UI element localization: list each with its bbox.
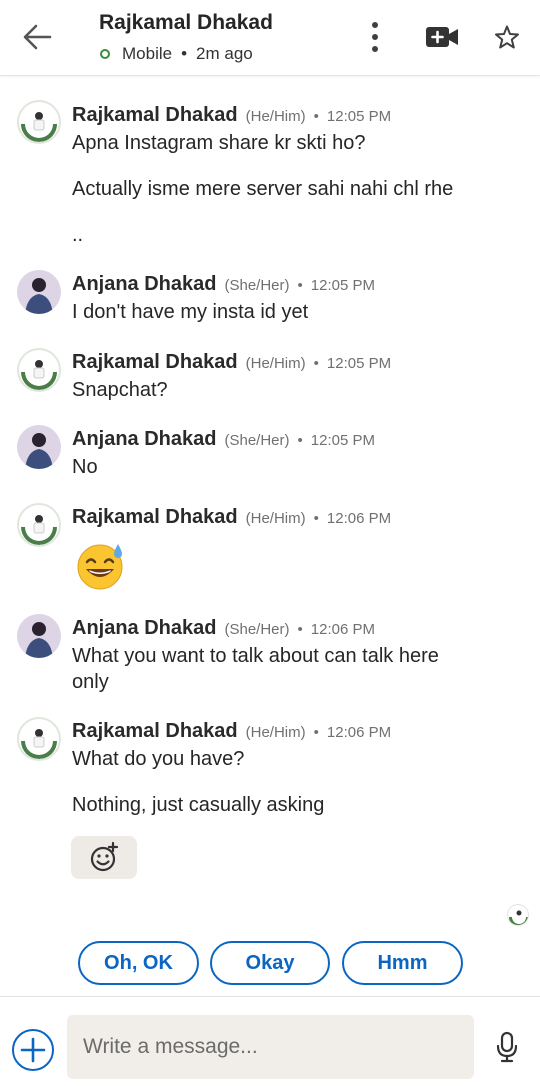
avatar[interactable] bbox=[17, 425, 61, 469]
avatar[interactable] bbox=[17, 100, 61, 144]
compose-bar bbox=[0, 996, 540, 1086]
message-text: What do you have? bbox=[72, 748, 245, 770]
avatar[interactable] bbox=[17, 717, 61, 761]
suggested-reply[interactable]: Okay bbox=[210, 941, 330, 985]
separator: • bbox=[313, 355, 319, 372]
pronouns: (He/Him) bbox=[245, 510, 306, 527]
star-button[interactable] bbox=[494, 24, 520, 50]
separator: • bbox=[313, 510, 319, 527]
video-plus-icon bbox=[426, 27, 458, 47]
profile-photo-icon bbox=[509, 910, 528, 925]
microphone-icon bbox=[496, 1031, 518, 1063]
timestamp: 12:05 PM bbox=[326, 108, 392, 125]
message-meta: Rajkamal Dhakad (He/Him) • 12:05 PM bbox=[72, 104, 391, 127]
message-text: Actually isme mere server sahi nahi chl … bbox=[72, 178, 454, 200]
profile-photo-icon bbox=[25, 433, 53, 469]
message-meta: Anjana Dhakad (She/Her) • 12:06 PM bbox=[72, 617, 375, 640]
separator: • bbox=[313, 724, 319, 741]
message-text: Apna Instagram share kr skti ho? bbox=[72, 132, 366, 154]
pronouns: (He/Him) bbox=[245, 108, 306, 125]
pronouns: (He/Him) bbox=[245, 355, 306, 372]
attach-button[interactable] bbox=[12, 1029, 54, 1071]
avatar[interactable] bbox=[17, 270, 61, 314]
timestamp: 12:06 PM bbox=[310, 621, 375, 638]
message-meta: Anjana Dhakad (She/Her) • 12:05 PM bbox=[72, 428, 375, 451]
message-text: No bbox=[72, 456, 98, 478]
message-text: Nothing, just casually asking bbox=[72, 794, 325, 816]
last-seen: 2m ago bbox=[196, 44, 253, 63]
message-text: only bbox=[72, 671, 109, 693]
suggested-reply[interactable]: Oh, OK bbox=[78, 941, 199, 985]
pronouns: (She/Her) bbox=[224, 432, 290, 449]
pronouns: (She/Her) bbox=[224, 277, 290, 294]
back-arrow-icon bbox=[23, 24, 52, 50]
message-text: What you want to talk about can talk her… bbox=[72, 645, 439, 667]
timestamp: 12:05 PM bbox=[310, 432, 375, 449]
voice-message-button[interactable] bbox=[496, 1031, 518, 1063]
plus-icon bbox=[20, 1037, 46, 1063]
avatar[interactable] bbox=[17, 614, 61, 658]
sender-name[interactable]: Anjana Dhakad bbox=[72, 617, 216, 640]
online-status-icon bbox=[100, 49, 110, 59]
message-meta: Rajkamal Dhakad (He/Him) • 12:06 PM bbox=[72, 720, 391, 743]
read-receipt-avatar bbox=[507, 904, 529, 926]
sender-name[interactable]: Rajkamal Dhakad bbox=[72, 506, 238, 529]
sender-name[interactable]: Rajkamal Dhakad bbox=[72, 351, 238, 374]
profile-photo-icon bbox=[21, 515, 57, 545]
sender-name[interactable]: Anjana Dhakad bbox=[72, 428, 216, 451]
more-options-button[interactable] bbox=[361, 20, 389, 54]
separator: • bbox=[181, 44, 188, 63]
message-meta: Rajkamal Dhakad (He/Him) • 12:06 PM bbox=[72, 506, 391, 529]
message-meta: Anjana Dhakad (She/Her) • 12:05 PM bbox=[72, 273, 375, 296]
timestamp: 12:05 PM bbox=[310, 277, 375, 294]
pronouns: (She/Her) bbox=[224, 621, 290, 638]
pronouns: (He/Him) bbox=[245, 724, 306, 741]
message-input[interactable] bbox=[67, 1015, 474, 1079]
timestamp: 12:05 PM bbox=[326, 355, 392, 372]
separator: • bbox=[297, 277, 303, 294]
profile-photo-icon bbox=[25, 622, 53, 658]
sender-name[interactable]: Anjana Dhakad bbox=[72, 273, 216, 296]
timestamp: 12:06 PM bbox=[326, 510, 392, 527]
star-icon bbox=[495, 25, 519, 49]
timestamp: 12:06 PM bbox=[326, 724, 392, 741]
avatar[interactable] bbox=[17, 348, 61, 392]
separator: • bbox=[297, 621, 303, 638]
profile-photo-icon bbox=[21, 729, 57, 759]
emoji-message bbox=[72, 540, 128, 590]
add-reaction-button[interactable] bbox=[71, 836, 137, 879]
avatar[interactable] bbox=[17, 503, 61, 547]
sender-name[interactable]: Rajkamal Dhakad bbox=[72, 104, 238, 127]
contact-name[interactable]: Rajkamal Dhakad bbox=[99, 11, 273, 35]
message-text: I don't have my insta id yet bbox=[72, 301, 309, 323]
message-text: .. bbox=[72, 224, 84, 246]
message-text: Snapchat? bbox=[72, 379, 168, 401]
presence-status: Mobile • 2m ago bbox=[100, 44, 253, 64]
grinning-sweat-emoji bbox=[77, 544, 123, 590]
device-label: Mobile bbox=[122, 44, 173, 63]
separator: • bbox=[313, 108, 319, 125]
suggested-reply[interactable]: Hmm bbox=[342, 941, 463, 985]
conversation-header: Rajkamal Dhakad Mobile • 2m ago bbox=[0, 0, 540, 76]
video-call-button[interactable] bbox=[424, 24, 460, 50]
profile-photo-icon bbox=[21, 112, 57, 142]
profile-photo-icon bbox=[25, 278, 53, 314]
message-meta: Rajkamal Dhakad (He/Him) • 12:05 PM bbox=[72, 351, 391, 374]
profile-photo-icon bbox=[21, 360, 57, 390]
sender-name[interactable]: Rajkamal Dhakad bbox=[72, 720, 238, 743]
add-reaction-icon bbox=[90, 841, 119, 872]
separator: • bbox=[297, 432, 303, 449]
back-button[interactable] bbox=[18, 20, 58, 54]
more-vertical-icon bbox=[372, 22, 378, 52]
